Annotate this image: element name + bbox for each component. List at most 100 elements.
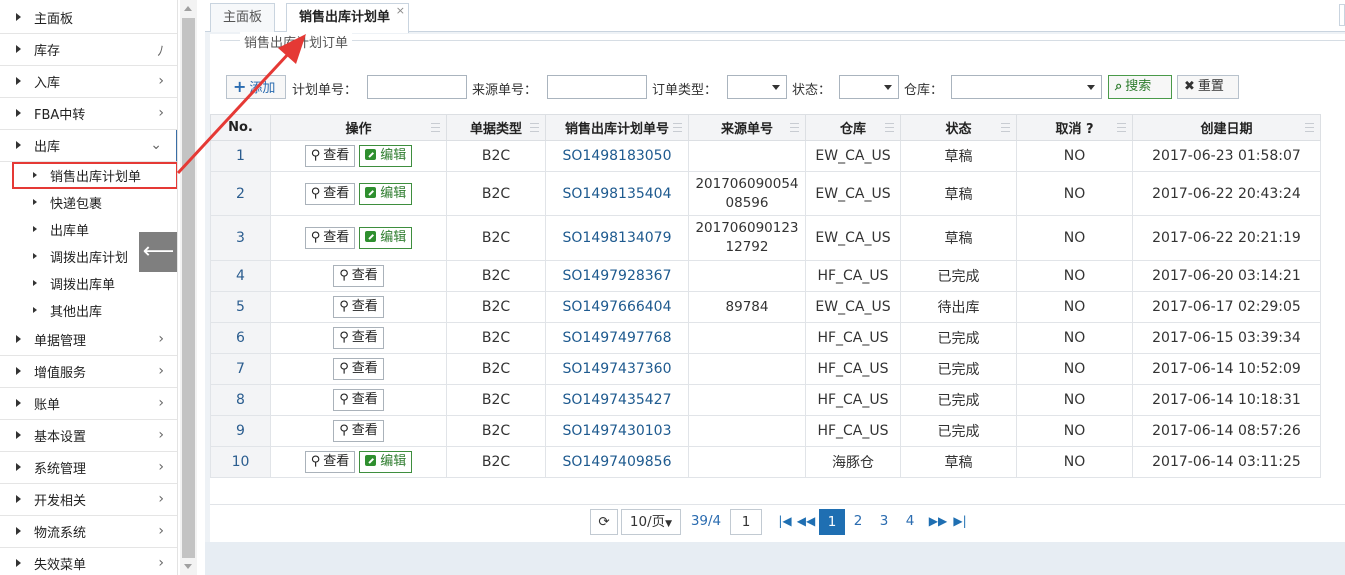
edit-button[interactable]: 编辑 [359, 182, 413, 205]
sidebar-collapse-button[interactable]: ⟵ [139, 232, 177, 272]
warehouse-select[interactable] [951, 75, 1102, 99]
plan-no-link[interactable]: SO1497437360 [545, 353, 689, 385]
last-page-button[interactable]: ▶| [951, 509, 969, 535]
table-row[interactable]: 2 ⚲ 查看 编辑 B2C SO1498135404 201706090054 08596 EW… [210, 171, 1321, 216]
col-header-created[interactable]: 创建日期 [1132, 114, 1321, 141]
first-page-button[interactable]: |◀ [776, 509, 794, 535]
plan-no-input[interactable] [367, 75, 467, 99]
sidebar-item-billing[interactable]: 账单 › [0, 388, 177, 420]
scroll-up-icon[interactable] [184, 6, 192, 11]
sidebar-item-fba-transfer[interactable]: FBA中转 › [0, 98, 177, 130]
plan-no-link[interactable]: SO1498134079 [545, 215, 689, 261]
prev-page-button[interactable]: ◀◀ [795, 509, 817, 535]
col-header-plan-no[interactable]: 销售出库计划单号 [545, 114, 689, 141]
table-row[interactable]: 6 ⚲ 查看 B2C SO1497497768 HF_CA_US 已完成 NO 2017-06-… [210, 322, 1321, 354]
table-row[interactable]: 8 ⚲ 查看 B2C SO1497435427 HF_CA_US 已完成 NO 2017-06-… [210, 384, 1321, 416]
sidebar-item-basic-settings[interactable]: 基本设置 › [0, 420, 177, 452]
view-button[interactable]: ⚲ 查看 [333, 265, 384, 287]
table-row[interactable]: 7 ⚲ 查看 B2C SO1497437360 HF_CA_US 已完成 NO 2017-06-… [210, 353, 1321, 385]
caret-right-icon [16, 399, 21, 407]
view-button[interactable]: ⚲ 查看 [333, 420, 384, 442]
sidebar-scrollbar[interactable] [180, 0, 197, 575]
source-no-input[interactable] [547, 75, 647, 99]
table-row[interactable]: 3 ⚲ 查看 编辑 B2C SO1498134079 201706090123 12792 EW… [210, 215, 1321, 261]
sidebar-item-value-added[interactable]: 增值服务 › [0, 356, 177, 388]
plan-no-link[interactable]: SO1497435427 [545, 384, 689, 416]
plan-no-link[interactable]: SO1497497768 [545, 322, 689, 354]
status-select[interactable] [839, 75, 899, 99]
sidebar-subitem-other-outbound[interactable]: 其他出库 [0, 297, 177, 324]
sidebar-item-outbound[interactable]: 出库 ⌄ [0, 130, 177, 162]
table-row[interactable]: 5 ⚲ 查看 B2C SO1497666404 89784 EW_CA_US 待出库 NO 201… [210, 291, 1321, 323]
view-button[interactable]: ⚲ 查看 [304, 227, 356, 249]
order-type-select[interactable] [727, 75, 787, 99]
sidebar-item-dashboard[interactable]: 主面板 [0, 2, 177, 34]
arrow-left-icon: ⟵ [142, 239, 175, 264]
page-2-button[interactable]: 2 [845, 509, 871, 535]
col-header-warehouse[interactable]: 仓库 [805, 114, 901, 141]
sidebar-item-system-admin[interactable]: 系统管理 › [0, 452, 177, 484]
table-row[interactable]: 1 ⚲ 查看 编辑 B2C SO1498183050 EW_CA_US 草稿 NO 2017-06… [210, 140, 1321, 172]
view-button[interactable]: ⚲ 查看 [333, 389, 384, 411]
col-header-status[interactable]: 状态 [900, 114, 1017, 141]
tab-sales-outbound-plan[interactable]: 销售出库计划单 × [286, 0, 410, 33]
col-header-actions[interactable]: 操作 [270, 114, 447, 141]
sidebar-subitem-sales-outbound-plan[interactable]: 销售出库计划单 [12, 162, 177, 189]
view-button[interactable]: ⚲ 查看 [333, 296, 384, 318]
edit-button[interactable]: 编辑 [359, 227, 413, 249]
plan-no-link[interactable]: SO1498135404 [545, 171, 689, 216]
column-menu-icon[interactable] [790, 123, 799, 132]
plan-no-link[interactable]: SO1497430103 [545, 415, 689, 447]
page-size-select[interactable]: 10/页▼ [621, 509, 681, 535]
sidebar-subitem-transfer-outbound-order[interactable]: 调拨出库单 [0, 270, 177, 297]
scroll-down-icon[interactable] [184, 564, 192, 569]
col-header-doc-type[interactable]: 单据类型 [446, 114, 546, 141]
sidebar-subitem-express-parcel[interactable]: 快递包裹 [0, 189, 177, 216]
next-page-button[interactable]: ▶▶ [927, 509, 949, 535]
page-input[interactable]: 1 [730, 509, 762, 535]
table-row[interactable]: 4 ⚲ 查看 B2C SO1497928367 HF_CA_US 已完成 NO 2017-06-… [210, 260, 1321, 292]
col-header-source-no[interactable]: 来源单号 [688, 114, 806, 141]
sidebar-item-development[interactable]: 开发相关 › [0, 484, 177, 516]
tab-dashboard[interactable]: 主面板 [210, 3, 276, 32]
edit-button[interactable]: 编辑 [359, 451, 413, 473]
table-row[interactable]: 9 ⚲ 查看 B2C SO1497430103 HF_CA_US 已完成 NO 2017-06-… [210, 415, 1321, 447]
plan-no-link[interactable]: SO1498183050 [545, 140, 689, 172]
view-button[interactable]: ⚲ 查看 [304, 451, 356, 473]
column-menu-icon[interactable] [673, 123, 682, 132]
reset-button[interactable]: ✖ 重置 [1177, 75, 1239, 99]
column-menu-icon[interactable] [431, 123, 440, 132]
col-header-cancel[interactable]: 取消 ? [1016, 114, 1133, 141]
table-row[interactable]: 10 ⚲ 查看 编辑 B2C SO1497409856 海豚仓 草稿 NO 2017-06-14 … [210, 446, 1321, 478]
sidebar-item-inbound[interactable]: 入库 › [0, 66, 177, 98]
column-menu-icon[interactable] [1305, 123, 1314, 132]
view-button[interactable]: ⚲ 查看 [304, 182, 356, 205]
sidebar-item-documents[interactable]: 单据管理 › [0, 324, 177, 356]
column-menu-icon[interactable] [530, 123, 539, 132]
plan-no-link[interactable]: SO1497409856 [545, 446, 689, 478]
column-menu-icon[interactable] [1117, 123, 1126, 132]
view-button[interactable]: ⚲ 查看 [304, 145, 356, 167]
column-menu-icon[interactable] [885, 123, 894, 132]
page-3-button[interactable]: 3 [871, 509, 897, 535]
sidebar-item-logistics[interactable]: 物流系统 › [0, 516, 177, 548]
plan-no-link[interactable]: SO1497666404 [545, 291, 689, 323]
refresh-button[interactable]: ⟳ [590, 509, 618, 535]
tab-scroll-handle[interactable] [1339, 4, 1345, 26]
add-button[interactable]: + 添加 [226, 75, 286, 99]
page-4-button[interactable]: 4 [897, 509, 923, 535]
search-button[interactable]: ⌕ 搜索 [1108, 75, 1172, 99]
page-1-button[interactable]: 1 [819, 509, 845, 535]
col-header-no[interactable]: No. [210, 114, 271, 141]
close-icon[interactable]: × [396, 0, 405, 24]
sidebar-item-inventory[interactable]: 库存 ﾉ [0, 34, 177, 66]
row-actions: ⚲ 查看 编辑 [270, 140, 447, 172]
status-cell: 待出库 [900, 291, 1017, 323]
view-button[interactable]: ⚲ 查看 [333, 358, 384, 380]
scrollbar-thumb[interactable] [182, 18, 195, 558]
plan-no-link[interactable]: SO1497928367 [545, 260, 689, 292]
view-button[interactable]: ⚲ 查看 [333, 327, 384, 349]
edit-button[interactable]: 编辑 [359, 145, 413, 167]
sidebar-item-deprecated-menu[interactable]: 失效菜单 › [0, 548, 177, 575]
column-menu-icon[interactable] [1001, 123, 1010, 132]
